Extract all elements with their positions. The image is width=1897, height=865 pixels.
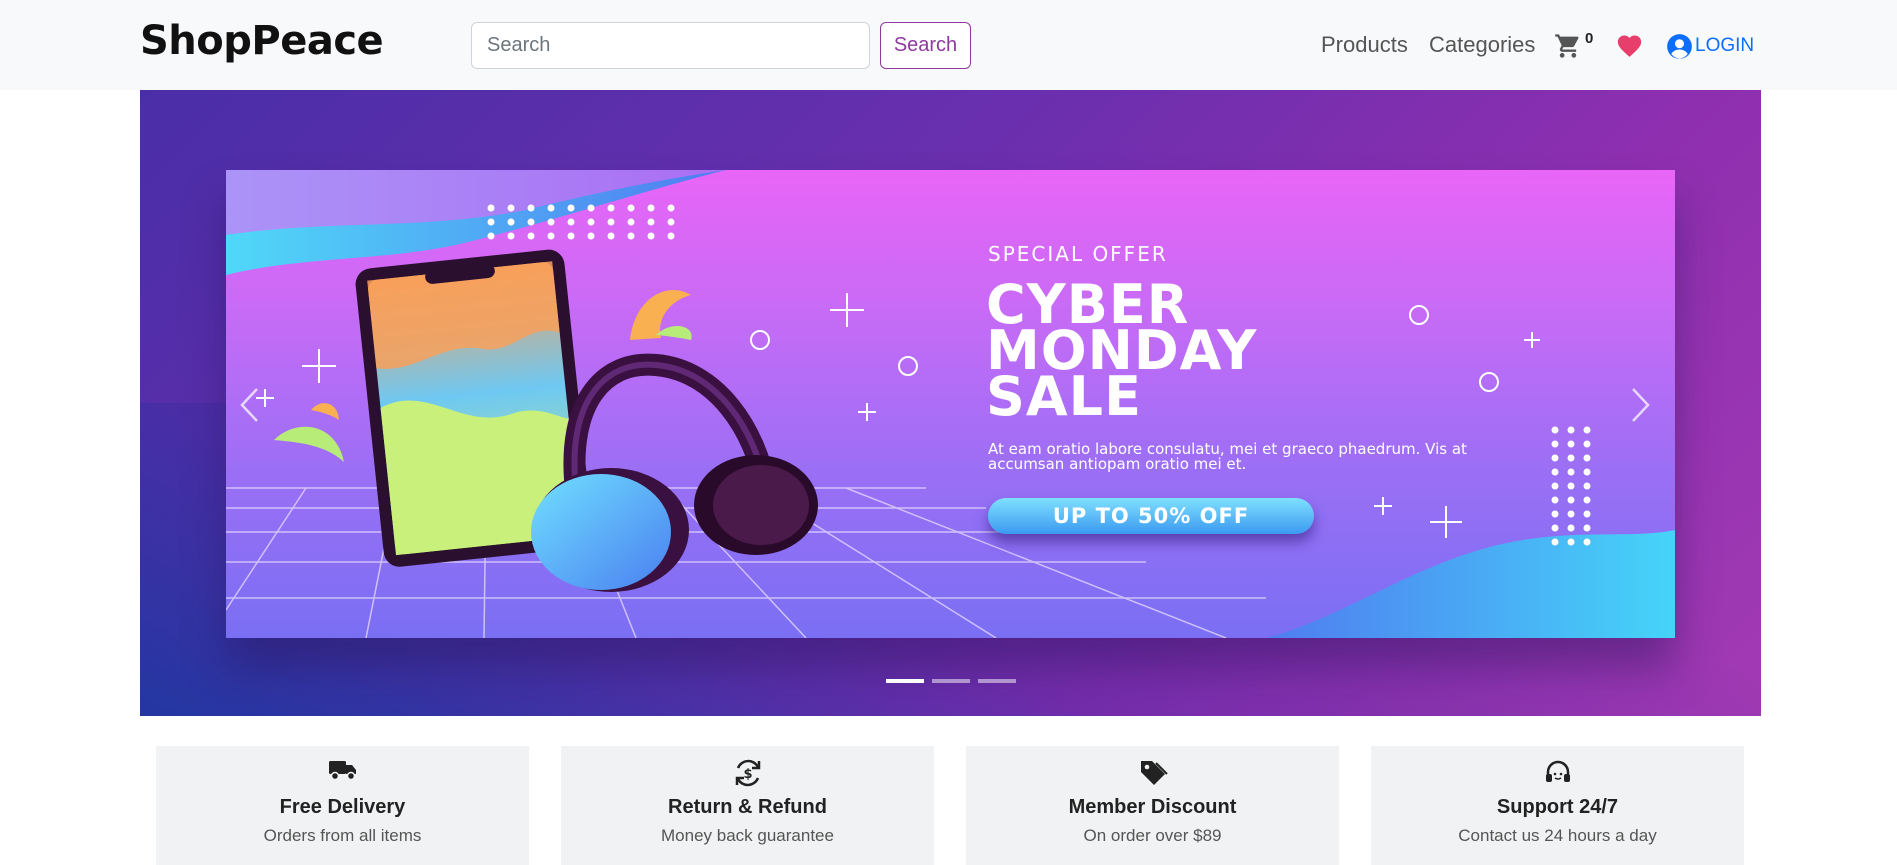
feature-title: Support 24/7 xyxy=(1496,796,1619,818)
search-input[interactable] xyxy=(471,22,870,69)
carousel-prev-button[interactable] xyxy=(230,370,270,440)
brand-logo[interactable]: ShopPeace xyxy=(140,18,384,64)
feature-subtitle: Orders from all items xyxy=(263,826,422,845)
hero-carousel: SPECIAL OFFER CYBER MONDAY SALE At eam o… xyxy=(140,90,1761,716)
offer-cta-button[interactable]: UP TO 50% OFF xyxy=(988,498,1314,534)
cart-icon xyxy=(1555,34,1579,58)
nav-categories-link[interactable]: Categories xyxy=(1429,32,1535,58)
feature-card-discount: Member Discount On order over $89 xyxy=(966,746,1339,865)
chevron-left-icon xyxy=(240,388,258,422)
login-label: LOGIN xyxy=(1695,35,1755,56)
feature-subtitle: Money back guarantee xyxy=(661,826,834,845)
cart-count-badge: 0 xyxy=(1585,30,1594,47)
offer-title: CYBER MONDAY SALE xyxy=(986,273,1258,428)
feature-title: Member Discount xyxy=(1068,796,1237,818)
offer-subtitle: At eam oratio labore consulatu, mei et g… xyxy=(988,440,1467,473)
offer-eyebrow: SPECIAL OFFER xyxy=(988,242,1168,266)
feature-card-support: Support 24/7 Contact us 24 hours a day xyxy=(1371,746,1744,865)
carousel-indicator[interactable] xyxy=(886,679,924,683)
nav-products-link[interactable]: Products xyxy=(1321,32,1408,58)
feature-title: Return & Refund xyxy=(668,796,827,818)
feature-subtitle: Contact us 24 hours a day xyxy=(1458,826,1657,845)
refund-icon: $ xyxy=(735,759,760,787)
chevron-right-icon xyxy=(1632,388,1650,422)
login-link[interactable]: LOGIN xyxy=(1666,31,1754,61)
wishlist-button[interactable] xyxy=(1615,32,1644,65)
carousel-indicators xyxy=(886,679,1016,683)
feature-title: Free Delivery xyxy=(279,796,406,818)
heart-icon xyxy=(1617,35,1642,57)
carousel-indicator[interactable] xyxy=(932,679,970,683)
headset-icon xyxy=(1545,760,1570,782)
tag-icon xyxy=(1140,761,1168,785)
cyber-monday-banner[interactable]: SPECIAL OFFER CYBER MONDAY SALE At eam o… xyxy=(226,170,1675,638)
features-row: Free Delivery Orders from all items $ Re… xyxy=(156,746,1746,865)
feature-card-refund: $ Return & Refund Money back guarantee xyxy=(561,746,934,865)
svg-text:$: $ xyxy=(743,767,752,782)
banner-illustration xyxy=(226,170,1675,638)
feature-card-delivery: Free Delivery Orders from all items xyxy=(156,746,529,865)
carousel-next-button[interactable] xyxy=(1620,370,1660,440)
carousel-indicator[interactable] xyxy=(978,679,1016,683)
cart-button[interactable]: 0 xyxy=(1553,30,1603,64)
user-circle-icon xyxy=(1667,33,1692,59)
navbar: ShopPeace Search Products Categories 0 L… xyxy=(0,0,1897,90)
feature-subtitle: On order over $89 xyxy=(1083,826,1222,845)
search-button[interactable]: Search xyxy=(880,22,971,69)
truck-icon xyxy=(328,761,356,781)
